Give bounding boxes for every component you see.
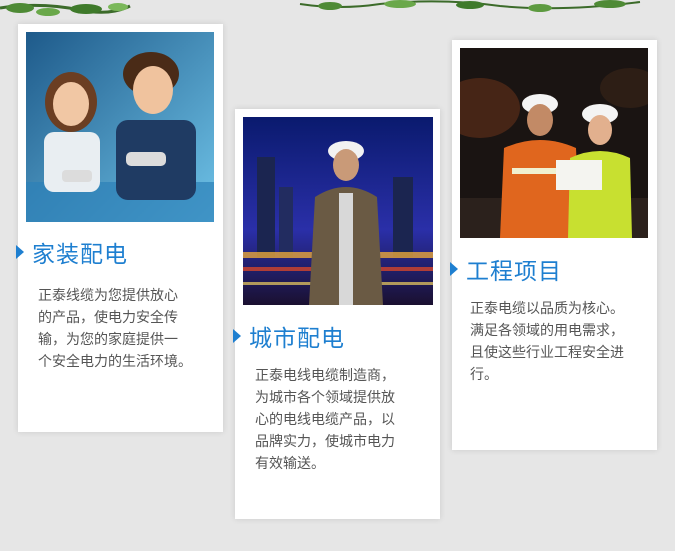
card-title-text: 城市配电	[249, 326, 345, 352]
card-description: 正泰线缆为您提供放心 的产品，使电力安全传 输，为您的家庭提供一 个安全电力的生…	[38, 288, 192, 370]
engineers-photo	[460, 48, 648, 238]
card-title-city: 城市配电	[233, 319, 345, 353]
card-title-text: 家装配电	[32, 242, 128, 268]
family-gaming-photo	[26, 32, 214, 222]
card-city-power: 城市配电 正泰电线电缆制造商， 为城市各个领域提供放 心的电线电缆产品，以 品牌…	[233, 109, 440, 519]
card-engineering: 工程项目 正泰电缆以品质为核心。 满足各领域的用电需求， 且使这些行业工程安全进…	[450, 40, 657, 450]
card-description: 正泰电缆以品质为核心。 满足各领域的用电需求， 且使这些行业工程安全进 行。	[470, 301, 624, 383]
city-worker-photo	[243, 117, 433, 305]
card-title-home: 家装配电	[16, 235, 128, 269]
arrow-icon	[450, 262, 458, 276]
arrow-icon	[233, 329, 241, 343]
card-description: 正泰电线电缆制造商， 为城市各个领域提供放 心的电线电缆产品，以 品牌实力，使城…	[255, 368, 395, 472]
leaf-decoration	[0, 0, 641, 16]
card-title-engineering: 工程项目	[450, 252, 562, 286]
card-title-text: 工程项目	[466, 259, 562, 285]
arrow-icon	[16, 245, 24, 259]
card-home-power: 家装配电 正泰线缆为您提供放心 的产品，使电力安全传 输，为您的家庭提供一 个安…	[16, 24, 223, 432]
